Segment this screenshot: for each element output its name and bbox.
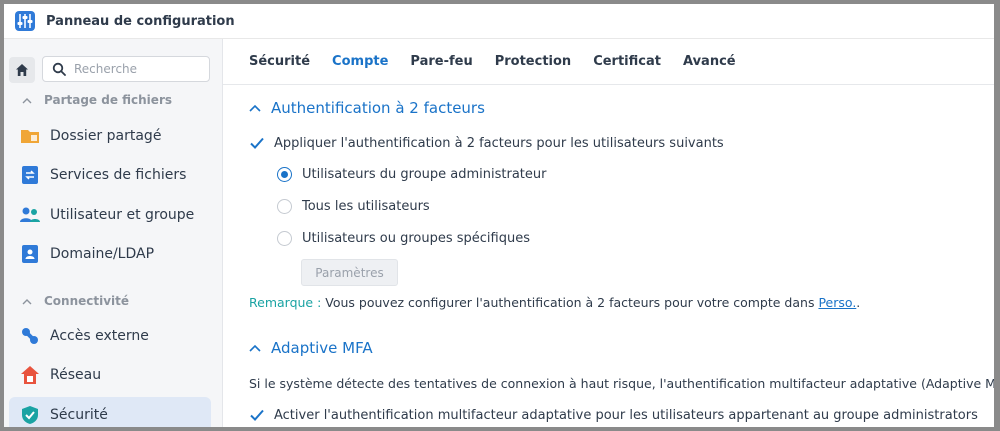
twofa-note: Remarque : Vous pouvez configurer l'auth… — [249, 295, 860, 310]
chevron-up-icon — [249, 344, 261, 352]
window-title: Panneau de configuration — [46, 13, 235, 29]
note-text: Vous pouvez configurer l'authentificatio… — [321, 295, 819, 310]
search-box[interactable] — [42, 56, 210, 82]
chevron-up-icon — [22, 97, 32, 103]
control-panel-icon — [14, 10, 36, 32]
mfa-enable-checkbox[interactable] — [249, 407, 265, 423]
checkmark-icon — [250, 137, 264, 149]
twofa-apply-row[interactable]: Appliquer l'authentification à 2 facteur… — [249, 135, 724, 151]
parameters-button[interactable]: Paramètres — [301, 259, 398, 286]
sidebar-item-shared-folder[interactable]: Dossier partagé — [9, 118, 211, 154]
chevron-up-icon — [249, 104, 261, 112]
sidebar-item-external-access[interactable]: Accès externe — [9, 318, 211, 354]
tab-protection[interactable]: Protection — [495, 39, 571, 84]
note-label: Remarque : — [249, 295, 322, 310]
radio-all-users[interactable] — [277, 199, 292, 214]
sidebar-item-network[interactable]: Réseau — [9, 357, 211, 393]
sidebar-item-domain-ldap[interactable]: Domaine/LDAP — [9, 236, 211, 272]
tab-bar: Sécurité Compte Pare-feu Protection Cert… — [223, 39, 994, 85]
mfa-description: Si le système détecte des tentatives de … — [249, 376, 1000, 391]
sidebar: Partage de fichiers Dossier partagé Serv… — [4, 39, 223, 427]
sidebar-item-security[interactable]: Sécurité — [9, 397, 211, 427]
shared-folder-icon — [19, 125, 41, 147]
home-icon — [16, 64, 28, 76]
twofa-option-specific[interactable]: Utilisateurs ou groupes spécifiques — [277, 231, 530, 246]
radio-admin-group[interactable] — [277, 167, 292, 182]
sidebar-item-user-group[interactable]: Utilisateur et groupe — [9, 197, 211, 233]
mfa-group-header[interactable]: Adaptive MFA — [249, 339, 373, 357]
twofa-apply-checkbox[interactable] — [249, 135, 265, 151]
section-connectivity[interactable]: Connectivité — [22, 294, 129, 308]
twofa-option-all-users[interactable]: Tous les utilisateurs — [277, 199, 430, 214]
search-icon — [52, 62, 66, 76]
home-button[interactable] — [9, 57, 35, 83]
user-group-icon — [19, 204, 41, 226]
checkmark-icon — [250, 409, 264, 421]
tab-avance[interactable]: Avancé — [683, 39, 736, 84]
title-bar: Panneau de configuration — [4, 4, 994, 39]
network-icon — [19, 364, 41, 386]
main-panel: Sécurité Compte Pare-feu Protection Cert… — [223, 39, 994, 427]
twofa-group-header[interactable]: Authentification à 2 facteurs — [249, 99, 485, 117]
app-window: Panneau de configuration Partage de fich… — [0, 0, 1000, 431]
section-file-sharing[interactable]: Partage de fichiers — [22, 93, 172, 107]
radio-specific-users[interactable] — [277, 231, 292, 246]
tab-compte[interactable]: Compte — [332, 39, 388, 84]
security-shield-icon — [19, 404, 41, 426]
tab-certificat[interactable]: Certificat — [593, 39, 661, 84]
tab-pare-feu[interactable]: Pare-feu — [410, 39, 472, 84]
tab-securite[interactable]: Sécurité — [249, 39, 310, 84]
note-end: . — [856, 295, 861, 310]
external-access-icon — [19, 325, 41, 347]
twofa-option-admin-group[interactable]: Utilisateurs du groupe administrateur — [277, 167, 547, 182]
file-services-icon — [19, 164, 41, 186]
chevron-up-icon — [22, 298, 32, 304]
perso-link[interactable]: Perso. — [818, 295, 856, 310]
sidebar-item-file-services[interactable]: Services de fichiers — [9, 157, 211, 193]
domain-ldap-icon — [19, 243, 41, 265]
mfa-enable-row[interactable]: Activer l'authentification multifacteur … — [249, 407, 978, 423]
search-input[interactable] — [72, 61, 206, 77]
